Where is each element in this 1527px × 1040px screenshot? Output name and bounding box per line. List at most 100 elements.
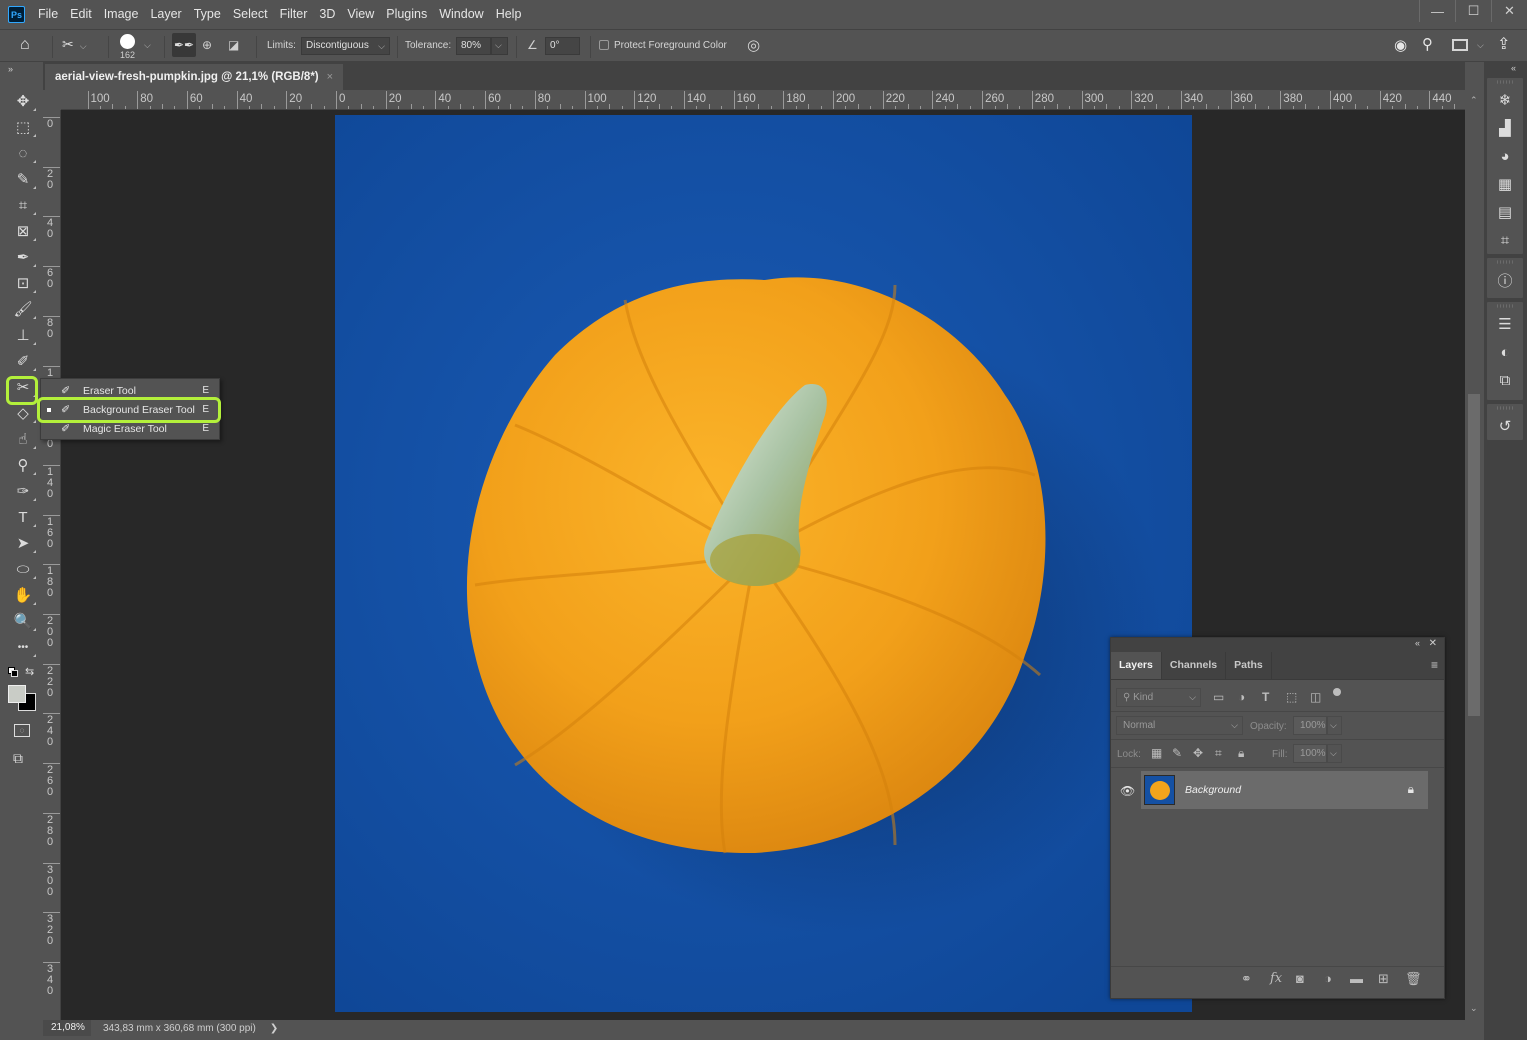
pressure-size-icon[interactable]: ◎: [747, 36, 760, 54]
foreground-color-swatch[interactable]: [8, 685, 26, 703]
ruler-origin[interactable]: [43, 91, 61, 110]
tab-layers[interactable]: Layers: [1111, 652, 1162, 679]
navigator-icon[interactable]: ❄: [1487, 86, 1523, 114]
chevron-down-icon[interactable]: ⌵: [144, 40, 151, 51]
zoom-tool-button[interactable]: 🔍: [5, 608, 41, 634]
scroll-up-icon[interactable]: ⌃: [1470, 95, 1478, 106]
hand-tool-button[interactable]: ✋: [5, 582, 41, 608]
history-brush-tool-button[interactable]: ✐: [5, 348, 41, 374]
path-selection-tool-button[interactable]: ➤: [5, 530, 41, 556]
tab-paths[interactable]: Paths: [1226, 652, 1272, 679]
home-icon[interactable]: ⌂: [20, 36, 30, 54]
menu-window[interactable]: Window: [433, 0, 489, 29]
lock-artboard-icon[interactable]: ⌗: [1215, 746, 1222, 761]
adjustments-icon[interactable]: ☰: [1487, 310, 1523, 338]
limits-select[interactable]: Discontiguous ⌵: [301, 37, 390, 55]
minimize-button[interactable]: —: [1419, 0, 1455, 22]
filter-adjustment-icon[interactable]: ◑: [1238, 690, 1245, 704]
tolerance-dropdown[interactable]: ⌵: [491, 37, 508, 55]
crop-tool-button[interactable]: ⌗: [5, 192, 41, 218]
edit-toolbar-button[interactable]: •••: [5, 634, 41, 660]
layer-name[interactable]: Background: [1185, 784, 1241, 796]
status-menu-arrow[interactable]: ❯: [256, 1023, 278, 1034]
type-tool-button[interactable]: T: [5, 504, 41, 530]
screen-mode-icon[interactable]: ⧉: [13, 750, 23, 767]
collapse-panel-icon[interactable]: «: [1415, 638, 1420, 648]
collapse-panels-icon[interactable]: «: [1511, 63, 1516, 73]
menu-image[interactable]: Image: [98, 0, 145, 29]
document-canvas[interactable]: [335, 115, 1192, 1012]
menu-type[interactable]: Type: [188, 0, 227, 29]
history-icon[interactable]: ↺: [1487, 412, 1523, 440]
angle-input[interactable]: 0°: [545, 37, 580, 55]
patterns-icon[interactable]: ⌗: [1487, 226, 1523, 254]
brush-preset-picker[interactable]: [118, 32, 138, 52]
lasso-tool-button[interactable]: ◌: [5, 140, 41, 166]
add-mask-icon[interactable]: ◙: [1296, 971, 1304, 986]
spot-healing-tool-button[interactable]: ⊡: [5, 270, 41, 296]
smudge-tool-button[interactable]: ☝: [5, 426, 41, 452]
share-icon[interactable]: ⇪: [1497, 34, 1510, 54]
layer-visibility-eye-icon[interactable]: 👁︎: [1120, 784, 1135, 798]
search-icon[interactable]: ⚲: [1422, 35, 1433, 53]
scroll-down-icon[interactable]: ⌄: [1470, 1003, 1478, 1014]
sampling-once-button[interactable]: ⊕: [202, 38, 212, 52]
zoom-level[interactable]: 21,08%: [43, 1020, 91, 1036]
filter-pixel-icon[interactable]: ▭: [1213, 690, 1224, 704]
share-user-icon[interactable]: ◉: [1394, 36, 1407, 54]
delete-layer-icon[interactable]: 🗑︎: [1405, 971, 1422, 987]
layer-row-background[interactable]: Background 🔒︎: [1141, 771, 1428, 809]
menu-edit[interactable]: Edit: [64, 0, 98, 29]
fill-dropdown[interactable]: ⌵: [1327, 744, 1342, 763]
filter-smart-object-icon[interactable]: ◫: [1310, 690, 1321, 704]
sampling-continuous-button[interactable]: ✒✒: [172, 33, 196, 57]
menu-file[interactable]: File: [32, 0, 64, 29]
swap-colors-icon[interactable]: ⇆: [25, 665, 34, 678]
tab-channels[interactable]: Channels: [1162, 652, 1227, 679]
workspace-icon[interactable]: [1452, 39, 1468, 51]
brush-tool-button[interactable]: 🖌: [5, 296, 41, 322]
menu-filter[interactable]: Filter: [274, 0, 314, 29]
menu-select[interactable]: Select: [227, 0, 274, 29]
quick-selection-tool-button[interactable]: ✎: [5, 166, 41, 192]
histogram-icon[interactable]: ▟: [1487, 114, 1523, 142]
lock-position-icon[interactable]: ✥: [1193, 746, 1203, 760]
move-tool-button[interactable]: ✥: [5, 88, 41, 114]
pen-tool-button[interactable]: ✑: [5, 478, 41, 504]
close-button[interactable]: ✕: [1491, 0, 1527, 22]
protect-foreground-checkbox[interactable]: [599, 40, 609, 50]
opacity-dropdown[interactable]: ⌵: [1327, 716, 1342, 735]
maximize-button[interactable]: ☐: [1455, 0, 1491, 22]
link-layers-icon[interactable]: ⚭: [1241, 971, 1252, 987]
menu-3d[interactable]: 3D: [313, 0, 341, 29]
lock-pixels-icon[interactable]: ✎: [1172, 746, 1182, 760]
swatches-icon[interactable]: ▦: [1487, 170, 1523, 198]
new-layer-icon[interactable]: ⊞: [1378, 971, 1389, 987]
marquee-tool-button[interactable]: ⬚: [5, 114, 41, 140]
menu-layer[interactable]: Layer: [144, 0, 187, 29]
tool-preset-picker[interactable]: ✂ ⌵: [62, 36, 87, 53]
styles-icon[interactable]: ◐: [1487, 338, 1523, 366]
close-tab-icon[interactable]: ×: [327, 71, 333, 83]
panel-menu-icon[interactable]: ≡: [1431, 658, 1438, 672]
expand-toolbar-icon[interactable]: »: [8, 64, 13, 74]
filter-kind-select[interactable]: ⚲ Kind ⌵: [1116, 688, 1201, 707]
opacity-input[interactable]: 100%: [1293, 716, 1327, 735]
menu-help[interactable]: Help: [490, 0, 528, 29]
menu-view[interactable]: View: [341, 0, 380, 29]
document-tab[interactable]: aerial-view-fresh-pumpkin.jpg @ 21,1% (R…: [45, 64, 344, 90]
color-icon[interactable]: ◕: [1487, 142, 1523, 170]
lock-all-icon[interactable]: 🔒︎: [1238, 746, 1244, 761]
lock-transparent-icon[interactable]: ▦: [1151, 746, 1162, 760]
new-adjustment-layer-icon[interactable]: ◑: [1324, 971, 1332, 986]
layer-style-fx-icon[interactable]: fx: [1270, 971, 1282, 986]
workspace-chevron-icon[interactable]: ⌵: [1477, 40, 1484, 51]
filter-shape-icon[interactable]: ⬚: [1286, 690, 1297, 704]
gradients-icon[interactable]: ▤: [1487, 198, 1523, 226]
ellipse-tool-button[interactable]: ⬭: [5, 556, 41, 582]
vertical-ruler[interactable]: 0204060801001201401601802002202402602803…: [43, 110, 61, 1020]
blend-mode-select[interactable]: Normal ⌵: [1116, 716, 1243, 735]
horizontal-ruler[interactable]: 100 80 60 40 20 0 20 40 60 80 100 120 140 160 180 200 22…: [61, 91, 1465, 110]
close-panel-icon[interactable]: ✕: [1429, 638, 1437, 649]
dodge-tool-button[interactable]: ⚲: [5, 452, 41, 478]
